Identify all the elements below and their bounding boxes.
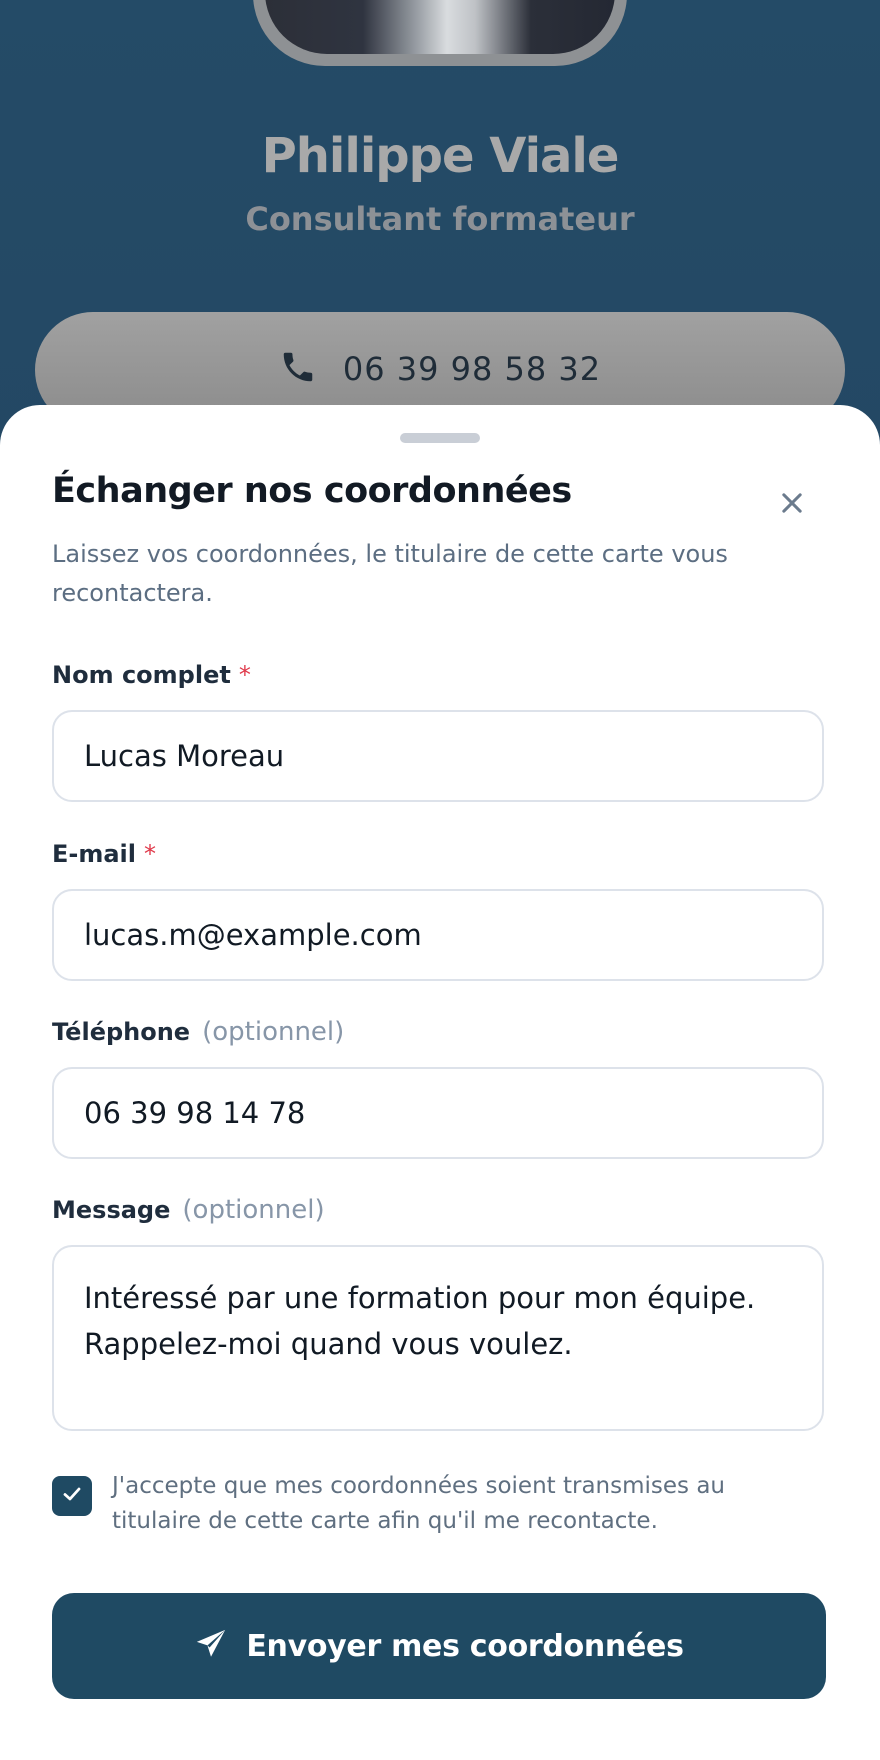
required-mark: * bbox=[144, 840, 157, 868]
name-label: Nom complet * bbox=[52, 661, 251, 689]
email-field-value: lucas.m@example.com bbox=[84, 918, 422, 952]
profile-name: Philippe Viale bbox=[261, 128, 620, 184]
required-mark: * bbox=[238, 661, 251, 689]
consent-text: J'accepte que mes coordonnées soient tra… bbox=[112, 1473, 725, 1534]
sheet-drag-handle[interactable] bbox=[400, 433, 480, 443]
sheet-subtitle: Laissez vos coordonnées, le titulaire de… bbox=[52, 540, 728, 607]
consent-checkbox[interactable] bbox=[52, 1476, 92, 1516]
name-label-text: Nom complet bbox=[52, 661, 231, 689]
phone-row: 06 39 98 58 32 bbox=[35, 348, 845, 390]
email-label: E-mail * bbox=[52, 840, 156, 868]
avatar-frame bbox=[253, 0, 627, 66]
close-icon bbox=[778, 489, 806, 521]
profile-role: Consultant formateur bbox=[245, 200, 635, 238]
phone-icon bbox=[279, 348, 317, 390]
email-field[interactable]: lucas.m@example.com bbox=[52, 889, 824, 981]
message-textarea[interactable]: Intéressé par une formation pour mon équ… bbox=[52, 1245, 824, 1431]
message-label: Message (optionnel) bbox=[52, 1195, 325, 1225]
email-label-text: E-mail bbox=[52, 840, 137, 868]
close-button[interactable] bbox=[772, 485, 812, 525]
phone-field-value: 06 39 98 14 78 bbox=[84, 1096, 306, 1130]
send-button-label: Envoyer mes coordonnées bbox=[246, 1628, 684, 1664]
phone-number: 06 39 98 58 32 bbox=[342, 350, 602, 388]
message-label-text: Message bbox=[52, 1196, 171, 1224]
send-contact-button[interactable]: Envoyer mes coordonnées bbox=[52, 1593, 826, 1699]
phone-label-text: Téléphone bbox=[52, 1018, 191, 1046]
name-field[interactable]: Lucas Moreau bbox=[52, 710, 824, 802]
sheet-title: Échanger nos coordonnées bbox=[52, 471, 572, 511]
contact-exchange-sheet: Échanger nos coordonnées Laissez vos coo… bbox=[0, 405, 880, 1760]
optional-hint: (optionnel) bbox=[202, 1017, 345, 1047]
avatar bbox=[265, 0, 615, 54]
checkmark-icon bbox=[60, 1482, 84, 1510]
phone-label: Téléphone (optionnel) bbox=[52, 1017, 344, 1047]
optional-hint: (optionnel) bbox=[182, 1195, 325, 1225]
paper-plane-icon bbox=[194, 1627, 228, 1665]
phone-field[interactable]: 06 39 98 14 78 bbox=[52, 1067, 824, 1159]
message-textarea-value: Intéressé par une formation pour mon équ… bbox=[84, 1281, 756, 1361]
name-field-value: Lucas Moreau bbox=[84, 739, 285, 773]
